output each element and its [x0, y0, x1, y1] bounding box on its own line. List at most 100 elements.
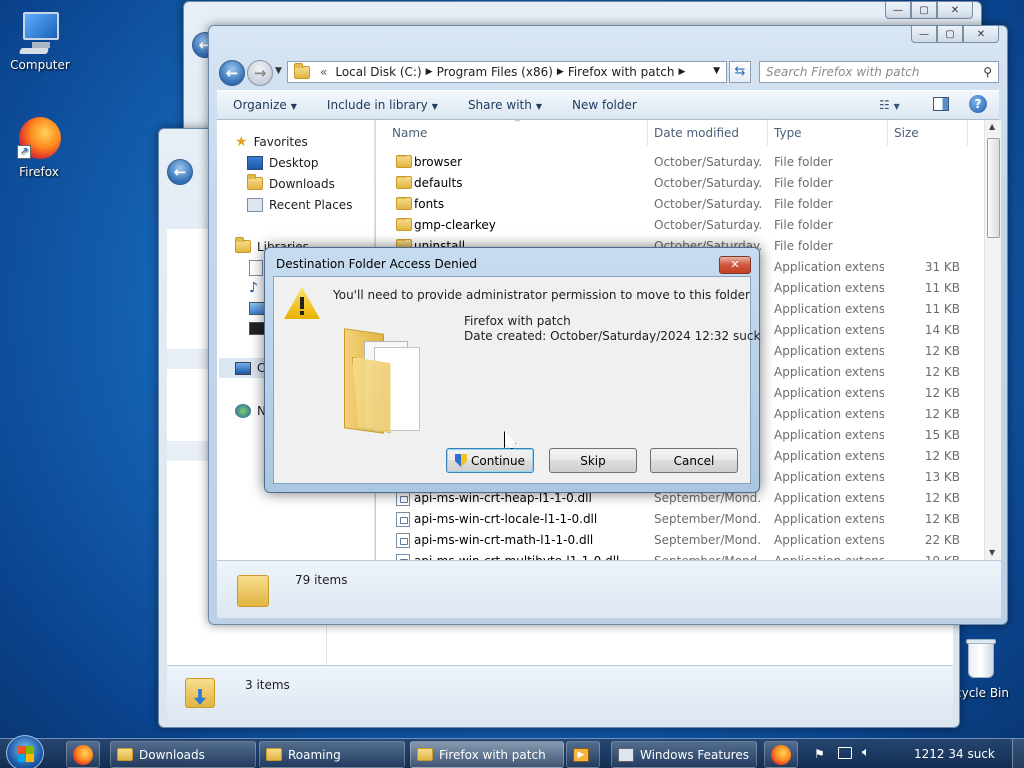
chevron-right-icon[interactable]: ▶ [426, 67, 433, 77]
file-size: 12 KB [924, 491, 960, 505]
taskbar-firefox-with-patch[interactable]: Firefox with patch [410, 741, 564, 768]
scroll-down-icon[interactable]: ▼ [989, 548, 995, 557]
chevron-right-icon[interactable]: ▶ [557, 67, 564, 77]
table-row[interactable]: gmp-clearkey October/Saturday... File fold… [376, 215, 982, 236]
item-date-created: Date created: October/Saturday/2024 12:3… [464, 329, 761, 343]
taskbar-windows-features[interactable]: Windows Features [611, 741, 757, 768]
chevron-down-icon[interactable]: ▼ [713, 66, 720, 76]
music-library-icon[interactable]: ♪ [249, 280, 258, 296]
continue-button[interactable]: Continue [446, 448, 534, 473]
nav-recent-places[interactable]: Recent Places [247, 198, 352, 212]
column-header-date[interactable]: Date modified [648, 120, 768, 146]
address-overflow[interactable]: « [320, 65, 327, 79]
minimize-button[interactable]: — [911, 26, 937, 43]
skip-button[interactable]: Skip [549, 448, 637, 473]
maximize-button[interactable]: ▢ [937, 26, 963, 43]
scroll-up-icon[interactable]: ▲ [989, 122, 995, 131]
show-desktop-button[interactable] [1012, 739, 1024, 768]
taskbar-downloads[interactable]: Downloads [110, 741, 256, 768]
recent-places-icon [247, 198, 263, 212]
libraries-icon [235, 237, 251, 254]
taskbar-firefox-2[interactable] [764, 741, 798, 768]
include-in-library-menu[interactable]: Include in library ▼ [327, 98, 438, 112]
network-tray-icon[interactable] [838, 747, 852, 759]
breadcrumb-program-files[interactable]: Program Files (x86) [437, 65, 553, 79]
desktop-icon [247, 156, 263, 170]
file-size: 11 KB [924, 302, 960, 316]
preview-pane-icon[interactable] [933, 97, 949, 111]
warning-icon [284, 287, 320, 319]
dialog-close-button[interactable]: ✕ [719, 256, 751, 274]
desktop-icon-firefox[interactable]: ↗ Firefox [0, 115, 79, 179]
folder-icon [396, 155, 412, 168]
scroll-thumb[interactable] [987, 138, 1000, 238]
desktop-icon-computer[interactable]: Computer [0, 8, 80, 72]
close-button[interactable]: ✕ [963, 26, 999, 43]
table-row[interactable]: fonts October/Saturday... File folder [376, 194, 982, 215]
dll-file-icon [396, 533, 410, 548]
file-size: 12 KB [924, 407, 960, 421]
nav-downloads[interactable]: Downloads [247, 174, 335, 191]
new-folder-button[interactable]: New folder [572, 98, 637, 112]
minimize-button[interactable]: — [885, 2, 911, 19]
pictures-library-icon[interactable] [249, 302, 265, 315]
search-placeholder: Search Firefox with patch [766, 65, 920, 79]
cancel-button[interactable]: Cancel [650, 448, 738, 473]
folder-icon [237, 575, 269, 607]
refresh-button[interactable]: ⇆ [729, 61, 751, 83]
table-row[interactable]: api-ms-win-crt-math-l1-1-0.dll September/… [376, 530, 982, 551]
taskbar-media-player[interactable]: ▶ [566, 741, 600, 768]
file-type: File folder [774, 239, 833, 253]
view-options-icon[interactable]: ☷ ▼ [879, 98, 900, 112]
nav-favorites[interactable]: ★ Favorites [235, 134, 308, 150]
folder-icon [185, 678, 215, 708]
table-row[interactable]: defaults October/Saturday... File folder [376, 173, 982, 194]
nav-computer[interactable]: C [235, 361, 265, 375]
recent-pages-dropdown[interactable]: ▼ [275, 66, 282, 76]
folder-icon [294, 62, 310, 79]
nav-desktop[interactable]: Desktop [247, 156, 319, 170]
table-row[interactable]: api-ms-win-crt-locale-l1-1-0.dll Septembe… [376, 509, 982, 530]
file-type: File folder [774, 176, 833, 190]
system-clock[interactable]: 1212 34 suck [914, 747, 995, 761]
access-denied-dialog[interactable]: Destination Folder Access Denied ✕ You'l… [264, 247, 760, 493]
firefox-icon [73, 744, 93, 765]
file-date: October/Saturday... [654, 176, 762, 190]
column-header-size[interactable]: Size [888, 120, 968, 146]
folder-icon [396, 218, 412, 231]
breadcrumb-local-disk[interactable]: Local Disk (C:) [335, 65, 421, 79]
item-name: Firefox with patch [464, 314, 571, 328]
column-header-type[interactable]: Type [768, 120, 888, 146]
media-player-icon: ▶ [573, 747, 589, 762]
help-icon[interactable]: ? [969, 95, 987, 113]
table-row[interactable]: browser October/Saturday... File folder [376, 152, 982, 173]
share-with-menu[interactable]: Share with ▼ [468, 98, 542, 112]
address-bar[interactable]: « Local Disk (C:) ▶ Program Files (x86) … [287, 61, 727, 83]
folder-icon [344, 327, 428, 437]
action-center-flag-icon[interactable]: ⚑ [814, 747, 825, 761]
file-name: fonts [414, 197, 445, 211]
back-button[interactable]: ← [167, 159, 193, 185]
dialog-message: You'll need to provide administrator per… [333, 288, 750, 302]
taskbar-roaming[interactable]: Roaming [259, 741, 405, 768]
star-icon: ★ [235, 134, 248, 150]
start-button[interactable] [6, 735, 44, 768]
nav-network[interactable]: N [235, 404, 266, 418]
organize-menu[interactable]: Organize ▼ [233, 98, 297, 112]
volume-icon[interactable]: 🔈︎ [862, 745, 870, 760]
documents-library-icon[interactable] [249, 260, 263, 276]
vertical-scrollbar[interactable]: ▲ ▼ [984, 120, 1001, 560]
maximize-button[interactable]: ▢ [911, 2, 937, 19]
close-button[interactable]: ✕ [937, 2, 973, 19]
search-icon[interactable]: ⚲ [983, 65, 992, 79]
taskbar-firefox[interactable] [66, 741, 100, 768]
network-icon [235, 404, 251, 418]
back-button[interactable]: ← [219, 60, 245, 86]
table-row[interactable]: api-ms-win-crt-multibyte-l1-1-0.dllSepte… [376, 551, 982, 560]
videos-library-icon[interactable] [249, 322, 265, 335]
chevron-right-icon[interactable]: ▶ [679, 67, 686, 77]
breadcrumb-current-folder[interactable]: Firefox with patch [568, 65, 675, 79]
file-size: 12 KB [924, 365, 960, 379]
forward-button[interactable]: → [247, 60, 273, 86]
search-input[interactable]: Search Firefox with patch ⚲ [759, 61, 999, 83]
